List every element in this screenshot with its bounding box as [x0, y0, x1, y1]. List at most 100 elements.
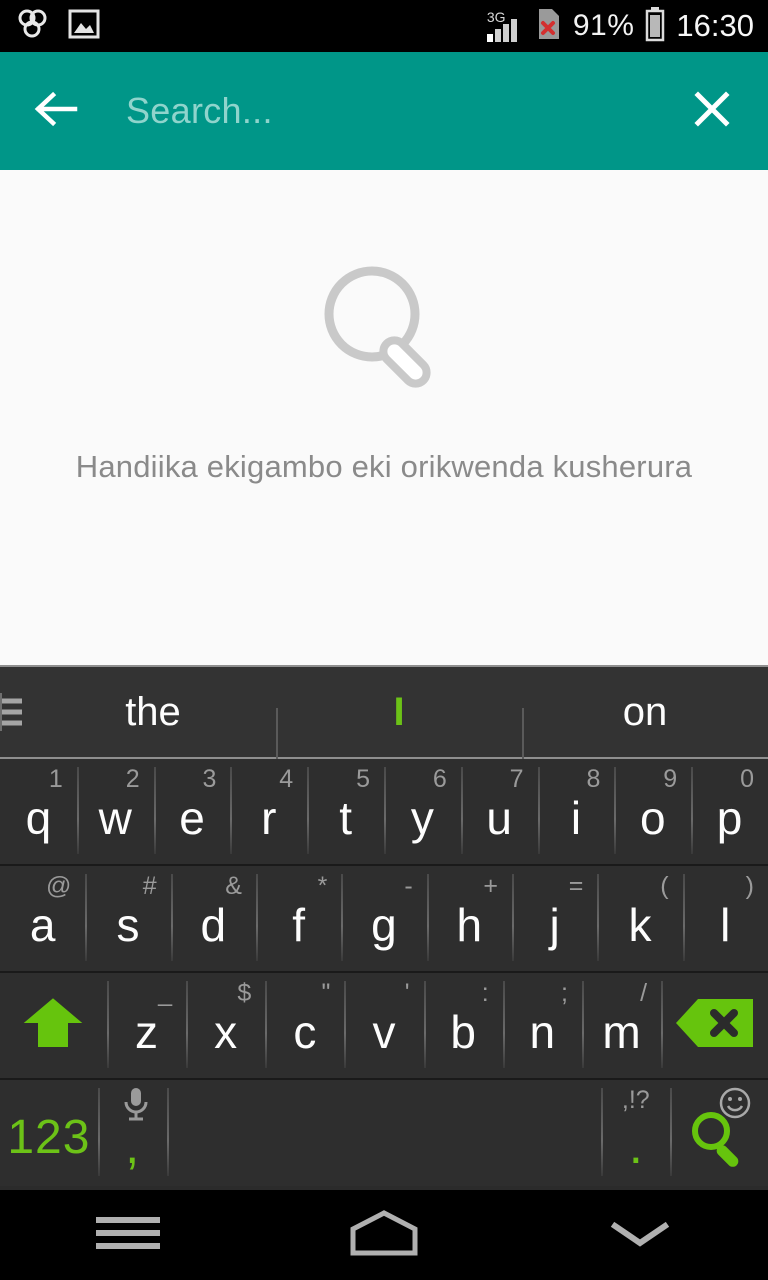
key-i[interactable]: 8 i — [537, 759, 615, 864]
key-label-t: t — [339, 791, 352, 844]
numbers-mode-label: 123 — [7, 1110, 91, 1164]
key-g[interactable]: - g — [341, 866, 426, 971]
key-hint-j: = — [568, 872, 584, 900]
key-label-g: g — [371, 898, 397, 951]
key-hint-b: : — [481, 979, 489, 1007]
key-d[interactable]: & d — [170, 866, 256, 971]
key-hint-z: _ — [158, 979, 173, 1007]
shift-arrow-up-icon — [16, 992, 90, 1059]
key-e[interactable]: 3 e — [153, 759, 231, 864]
key-hint-w: 2 — [125, 765, 140, 793]
key-c[interactable]: " c — [265, 973, 344, 1078]
period-hint: ,!? — [621, 1086, 650, 1114]
key-label-w: w — [98, 791, 132, 844]
key-y[interactable]: 6 y — [383, 759, 461, 864]
empty-state-hint: Handiika ekigambo eki orikwenda kusherur… — [75, 449, 693, 484]
key-label-s: s — [116, 898, 140, 951]
key-hint-n: ; — [560, 979, 568, 1007]
key-hint-x: $ — [237, 979, 252, 1007]
key-m[interactable]: / m — [581, 973, 661, 1078]
back-button[interactable] — [28, 83, 84, 139]
key-x[interactable]: $ x — [186, 973, 265, 1078]
key-hint-l: ) — [745, 872, 754, 900]
key-z[interactable]: _ z — [106, 973, 186, 1078]
shift-key[interactable] — [0, 973, 107, 1078]
microphone-icon — [121, 1086, 151, 1129]
key-q[interactable]: 1 q — [0, 759, 77, 864]
numbers-mode-key[interactable]: 123 — [0, 1080, 98, 1186]
hamburger-suggestions-icon[interactable] — [0, 666, 30, 758]
key-t[interactable]: 5 t — [307, 759, 384, 864]
key-label-r: r — [261, 791, 277, 844]
key-v[interactable]: ' v — [344, 973, 423, 1078]
gallery-image-icon — [68, 9, 100, 44]
key-k[interactable]: ( k — [597, 866, 682, 971]
key-label-x: x — [214, 1005, 238, 1058]
key-hint-r: 4 — [279, 765, 294, 793]
suggestion-item-1[interactable]: I — [276, 690, 522, 764]
key-hint-v: ' — [404, 979, 410, 1007]
battery-icon — [644, 6, 666, 47]
status-bar-notifications — [16, 8, 100, 45]
key-label-a: a — [29, 898, 56, 951]
key-p[interactable]: 0 p — [691, 759, 768, 864]
hide-keyboard-button[interactable] — [512, 1216, 768, 1255]
suggestion-item-0[interactable]: the — [30, 690, 276, 735]
on-screen-keyboard: the I on 1 q 2 w 3 e 4 r 5 t 6 y 7 u 8 i… — [0, 665, 768, 1190]
key-f[interactable]: * f — [255, 866, 341, 971]
key-b[interactable]: : b — [423, 973, 503, 1078]
backspace-key[interactable] — [661, 973, 768, 1078]
recents-menu-icon — [92, 1212, 164, 1259]
key-label-m: m — [602, 1005, 641, 1058]
clear-search-button[interactable] — [684, 83, 740, 139]
home-button[interactable] — [256, 1209, 512, 1262]
comma-key[interactable]: , — [97, 1080, 167, 1186]
period-key[interactable]: ,!? . — [601, 1080, 670, 1186]
search-enter-key[interactable] — [670, 1080, 768, 1186]
keyboard-row-2: @ a # s & d * f - g + h = j (k) l — [0, 866, 768, 973]
key-label-k: k — [628, 898, 652, 951]
keyboard-row-4: 123 , ,!? . — [0, 1080, 768, 1186]
key-hint-o: 9 — [663, 765, 678, 793]
key-hint-q: 1 — [48, 765, 63, 793]
suggestion-strip: the I on — [0, 666, 768, 764]
key-s[interactable]: # s — [85, 866, 170, 971]
key-hint-c: " — [321, 979, 331, 1007]
key-o[interactable]: 9 o — [614, 759, 691, 864]
key-hint-s: # — [142, 872, 157, 900]
status-bar-system-icons: 3G 91% 16:30 — [486, 6, 754, 47]
suggestion-item-2[interactable]: on — [522, 690, 768, 764]
key-label-n: n — [529, 1005, 556, 1058]
clock-label: 16:30 — [676, 8, 754, 43]
search-app-bar: Search... — [0, 52, 768, 170]
key-label-b: b — [450, 1005, 476, 1058]
recents-button[interactable] — [0, 1212, 256, 1259]
key-h[interactable]: + h — [426, 866, 512, 971]
key-hint-m: / — [640, 979, 648, 1007]
search-input-placeholder: Search... — [126, 90, 273, 131]
key-hint-i: 8 — [586, 765, 601, 793]
key-u[interactable]: 7 u — [460, 759, 538, 864]
keyboard-row-1: 1 q 2 w 3 e 4 r 5 t 6 y 7 u 8 i 9 o 0 p — [0, 759, 768, 866]
key-j[interactable]: = j — [511, 866, 597, 971]
network-type-label: 3G — [486, 9, 506, 25]
search-input[interactable]: Search... — [84, 81, 684, 141]
key-n[interactable]: ; n — [502, 973, 582, 1078]
key-r[interactable]: 4 r — [230, 759, 307, 864]
key-w[interactable]: 2 w — [76, 759, 154, 864]
key-hint-a: @ — [45, 872, 72, 900]
key-hint-t: 5 — [356, 765, 370, 793]
key-label-z: z — [134, 1005, 158, 1058]
signal-strength-icon: 3G — [486, 9, 525, 42]
app-root: 3G 91% 16:30 Search... Handiika ekigambo… — [0, 0, 768, 1280]
key-a[interactable]: @ a — [0, 866, 85, 971]
home-icon — [345, 1209, 423, 1262]
key-label-e: e — [179, 791, 205, 844]
space-key[interactable] — [166, 1080, 602, 1186]
system-navigation-bar — [0, 1190, 768, 1280]
arrow-left-icon — [33, 89, 79, 134]
key-label-u: u — [486, 791, 512, 844]
search-empty-state: Handiika ekigambo eki orikwenda kusherur… — [0, 170, 768, 665]
key-l[interactable]: ) l — [682, 866, 768, 971]
key-label-o: o — [639, 791, 666, 844]
